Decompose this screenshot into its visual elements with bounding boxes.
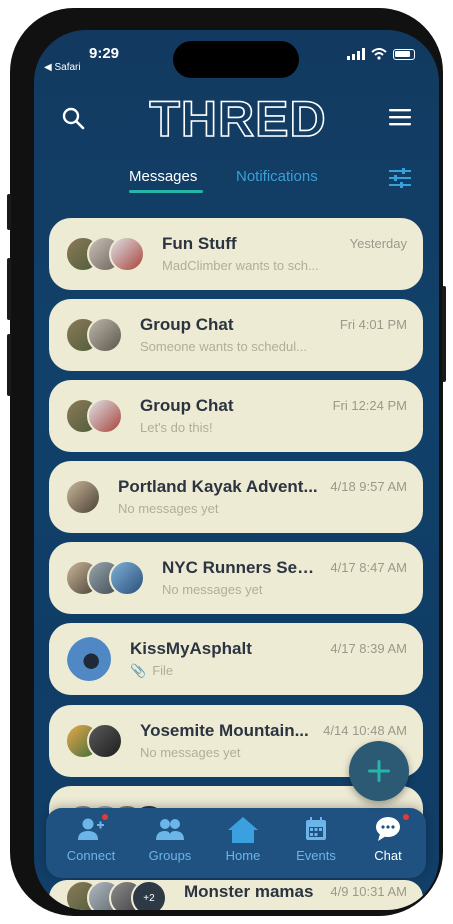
dynamic-island	[173, 41, 299, 78]
volume-up-button	[7, 258, 11, 320]
tab-chat-label: Chat	[374, 848, 402, 863]
conversation-time: 4/17 8:47 AM	[330, 560, 407, 575]
filter-icon[interactable]	[389, 168, 411, 188]
phone-frame: 9:29 ◀ Safari THRED Messages Notificatio…	[7, 8, 446, 916]
conversation-time: 4/9 10:31 AM	[330, 884, 407, 899]
conversation-card[interactable]: NYC Runners See... No messages yet 4/17 …	[49, 542, 423, 614]
conversation-card[interactable]: +2 Monster mamas 4/9 10:31 AM	[49, 880, 423, 910]
tab-chat[interactable]: Chat	[353, 814, 423, 876]
conversation-card[interactable]: Fun Stuff MadClimber wants to sch... Yes…	[49, 218, 423, 290]
groups-icon	[156, 819, 184, 840]
signal-icon	[347, 48, 365, 60]
avatar	[109, 560, 145, 596]
tab-notifications[interactable]: Notifications	[236, 168, 318, 185]
avatar	[87, 723, 123, 759]
avatar	[87, 398, 123, 434]
battery-icon	[393, 48, 415, 60]
chat-icon	[376, 817, 400, 841]
conversation-time: Yesterday	[349, 236, 407, 251]
status-time: 9:29	[89, 45, 120, 62]
action-button	[7, 194, 11, 230]
notification-dot	[403, 814, 409, 820]
volume-down-button	[7, 334, 11, 396]
calendar-icon	[306, 817, 326, 840]
conversation-time: 4/17 8:39 AM	[330, 641, 407, 656]
svg-text:THRED: THRED	[149, 92, 326, 142]
conversation-title: Monster mamas	[184, 882, 314, 901]
conversation-preview: No messages yet	[140, 745, 241, 760]
bottom-tab-bar: Connect Groups Home Events Chat	[46, 808, 426, 878]
avatar	[65, 635, 113, 683]
avatar	[109, 236, 145, 272]
conversation-time: Fri 12:24 PM	[332, 398, 407, 413]
tab-home-label: Home	[225, 848, 261, 863]
tab-connect[interactable]: Connect	[56, 814, 126, 876]
power-button	[442, 286, 446, 382]
conversation-time: Fri 4:01 PM	[339, 317, 407, 332]
back-to-safari[interactable]: ◀ Safari	[44, 62, 81, 73]
avatar	[87, 317, 123, 353]
conversation-title: NYC Runners See...	[162, 558, 320, 577]
conversation-title: Group Chat	[140, 396, 234, 415]
conversation-preview: No messages yet	[162, 582, 263, 597]
conversation-title: Group Chat	[140, 315, 234, 334]
conversation-preview: Let's do this!	[140, 420, 213, 435]
conversation-card[interactable]: Group Chat Let's do this! Fri 12:24 PM	[49, 380, 423, 452]
thred-logo: THRED	[149, 92, 327, 142]
conversation-title: Fun Stuff	[162, 234, 237, 253]
tab-connect-label: Connect	[66, 848, 116, 863]
status-icons	[347, 48, 415, 60]
app-screen: 9:29 ◀ Safari THRED Messages Notificatio…	[34, 30, 439, 910]
tab-messages[interactable]: Messages	[129, 168, 197, 185]
search-icon[interactable]	[61, 106, 85, 130]
tab-active-indicator	[129, 190, 203, 193]
conversation-card[interactable]: KissMyAsphalt 📎 File 4/17 8:39 AM	[49, 623, 423, 695]
conversation-title: Portland Kayak Advent...	[118, 477, 318, 496]
conversation-preview: Someone wants to schedul...	[140, 339, 307, 354]
plus-icon	[368, 760, 390, 782]
conversation-time: 4/18 9:57 AM	[330, 479, 407, 494]
conversation-preview: 📎 File	[130, 663, 174, 678]
avatar	[65, 479, 101, 515]
tab-events-label: Events	[296, 848, 336, 863]
tab-groups-label: Groups	[148, 848, 192, 863]
tab-groups[interactable]: Groups	[135, 816, 205, 876]
home-icon	[228, 817, 258, 843]
tab-events[interactable]: Events	[281, 816, 351, 876]
conversation-time: 4/14 10:48 AM	[323, 723, 407, 738]
conversation-title: Yosemite Mountain...	[140, 721, 309, 740]
paperclip-icon: 📎	[130, 663, 147, 678]
tab-home[interactable]: Home	[208, 816, 278, 876]
conversation-preview: MadClimber wants to sch...	[162, 258, 319, 273]
conversation-card[interactable]: Group Chat Someone wants to schedul... F…	[49, 299, 423, 371]
wifi-icon	[371, 48, 387, 60]
conversation-title: KissMyAsphalt	[130, 639, 252, 658]
more-members-badge: +2	[131, 880, 167, 910]
notification-dot	[102, 814, 108, 820]
add-user-icon	[78, 818, 104, 840]
conversation-preview: No messages yet	[118, 501, 219, 516]
conversation-card[interactable]: Portland Kayak Advent... No messages yet…	[49, 461, 423, 533]
menu-icon[interactable]	[389, 108, 411, 126]
new-chat-button[interactable]	[349, 741, 409, 801]
